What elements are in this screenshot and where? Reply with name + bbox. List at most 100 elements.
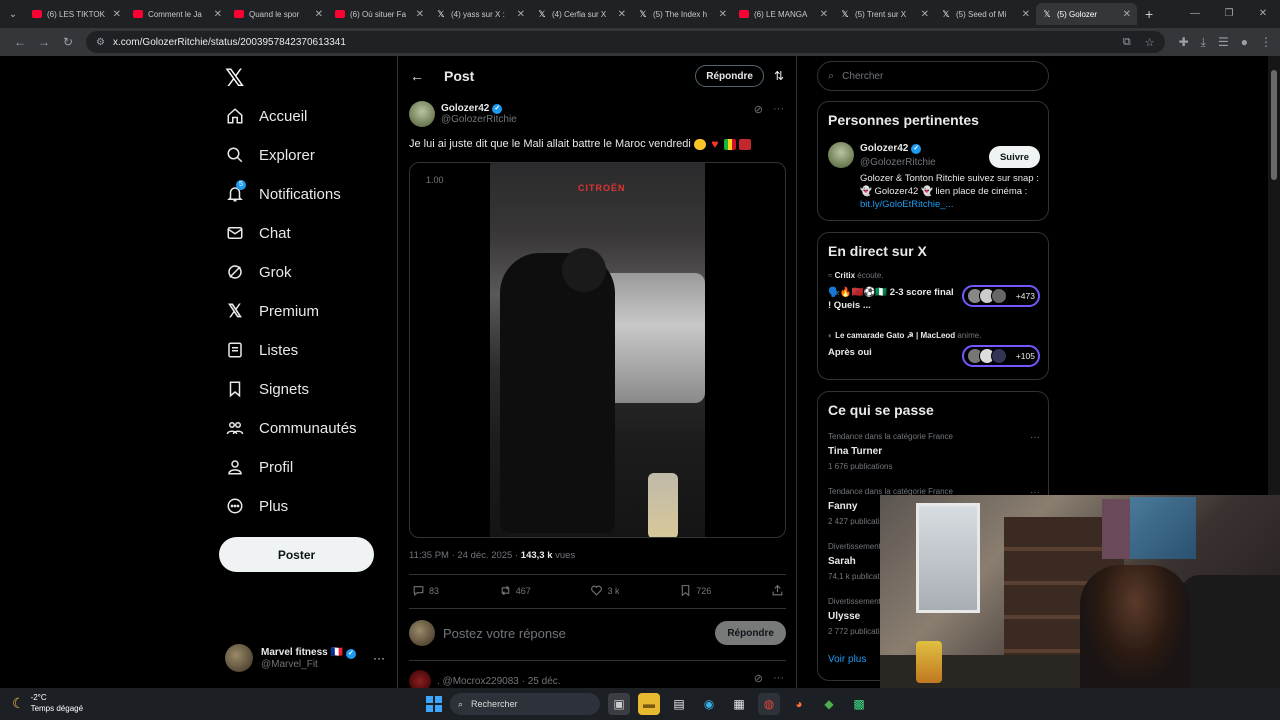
more-icon[interactable]: ··· [773, 103, 784, 116]
app-icon[interactable]: ◆ [818, 693, 840, 715]
edge-icon[interactable]: ◉ [698, 693, 720, 715]
nav-more[interactable]: Plus [225, 491, 288, 521]
live-space[interactable]: ≈ Critix écoute. 🗣️🔥🇲🇦⚽🇳🇬 2-3 score fina… [828, 271, 1040, 312]
reply-input[interactable]: Postez votre réponse [443, 626, 566, 641]
see-more-link[interactable]: Voir plus [828, 654, 866, 665]
more-icon[interactable]: ··· [373, 651, 385, 665]
back-icon[interactable]: ← [8, 35, 32, 49]
close-tab-icon[interactable]: ✕ [719, 9, 727, 20]
download-icon[interactable]: ⤓ [1201, 35, 1206, 50]
reply-button[interactable]: 83 [412, 584, 439, 597]
chrome-icon[interactable]: ◍ [758, 693, 780, 715]
nav-premium[interactable]: 𝕏 Premium [225, 296, 319, 326]
listeners-pill[interactable]: +105 [962, 345, 1040, 367]
author-handle[interactable]: @GolozerRitchie [441, 114, 517, 125]
browser-tab[interactable]: 𝕏 (4) yass sur X : ✕ [430, 3, 531, 25]
video-frame[interactable]: CITROËN [490, 163, 705, 537]
bookmark-star-icon[interactable]: ☆ [1145, 36, 1155, 49]
extensions-icon[interactable]: ✚ [1179, 35, 1189, 50]
weather-widget[interactable]: ☾ -2°C Temps dégagé [12, 692, 83, 714]
share-button[interactable] [771, 584, 784, 597]
nav-profile[interactable]: Profil [225, 452, 293, 482]
close-tab-icon[interactable]: ✕ [416, 9, 424, 20]
bookmark-button[interactable]: 726 [679, 584, 711, 597]
close-tab-icon[interactable]: ✕ [517, 9, 525, 20]
close-tab-icon[interactable]: ✕ [820, 9, 828, 20]
close-tab-icon[interactable]: ✕ [921, 9, 929, 20]
more-icon[interactable]: ··· [1030, 432, 1040, 443]
live-space[interactable]: ◐ Le camarade Gato ☭ | MacLeod anime. Ap… [828, 331, 1040, 367]
browser-tab[interactable]: (6) LES TIKTOK ✕ [26, 3, 127, 25]
browser-tab[interactable]: 𝕏 (5) The Index h ✕ [632, 3, 733, 25]
grok-icon[interactable]: ⊘ [754, 103, 763, 116]
back-arrow-icon[interactable]: ← [410, 68, 424, 84]
browser-tab[interactable]: 𝕏 (4) Cerfia sur X ✕ [531, 3, 632, 25]
nav-explore[interactable]: Explorer [225, 140, 315, 170]
nav-chat[interactable]: Chat [225, 218, 291, 248]
firefox-icon[interactable]: ◕ [788, 693, 810, 715]
follow-button[interactable]: Suivre [988, 146, 1040, 168]
profile-icon[interactable]: ● [1241, 35, 1248, 50]
store-icon[interactable]: ▦ [728, 693, 750, 715]
close-tab-icon[interactable]: ✕ [113, 9, 121, 20]
close-tab-icon[interactable]: ✕ [214, 9, 222, 20]
more-icon[interactable]: ··· [773, 672, 784, 685]
browser-menu-icon[interactable]: ⋮ [1260, 35, 1272, 50]
minimize-icon[interactable]: — [1178, 0, 1212, 28]
repost-button[interactable]: 467 [499, 584, 531, 597]
person-name[interactable]: Golozer42 ✓ [860, 143, 922, 154]
taskbar-search[interactable]: ⌕ Rechercher [450, 693, 600, 715]
reply-preview[interactable]: . @Mocrox229083 · 25 déc. [409, 670, 561, 688]
close-window-icon[interactable]: ✕ [1246, 0, 1280, 28]
browser-tab[interactable]: Quand le spor ✕ [228, 3, 329, 25]
trend-item[interactable]: Tendance dans la catégorie France Tina T… [828, 432, 1040, 471]
app-icon[interactable]: ▩ [848, 693, 870, 715]
site-info-icon[interactable]: ⚙ [96, 37, 105, 48]
grok-icon[interactable]: ⊘ [754, 672, 763, 685]
nav-notifications[interactable]: 5 Notifications [225, 179, 341, 209]
new-tab-button[interactable]: + [1145, 6, 1153, 22]
post-time[interactable]: 11:35 PM · 24 déc. 2025 · [409, 550, 521, 561]
install-app-icon[interactable]: ⧉ [1123, 36, 1131, 49]
video-player[interactable]: 1.00 CITROËN [409, 162, 786, 538]
nav-grok[interactable]: Grok [225, 257, 292, 287]
nav-home[interactable]: Accueil [225, 101, 307, 131]
x-logo-icon[interactable]: 𝕏 [225, 64, 244, 92]
post-button[interactable]: Poster [219, 537, 374, 572]
browser-tab[interactable]: Comment le Ja ✕ [127, 3, 228, 25]
author-name[interactable]: Golozer42 ✓ [441, 103, 517, 114]
nav-communities[interactable]: Communautés [225, 413, 357, 443]
close-tab-icon[interactable]: ✕ [1123, 9, 1131, 20]
reply-submit-button[interactable]: Répondre [715, 621, 786, 645]
reply-author[interactable]: . @Mocrox229083 · 25 déc. [437, 676, 561, 687]
listeners-pill[interactable]: +473 [962, 285, 1040, 307]
bio-link[interactable]: bit.ly/GoloEtRitchie_... [860, 199, 953, 210]
account-switcher[interactable]: Marvel fitness 🇫🇷 ✓ @Marvel_Fit ··· [225, 642, 385, 674]
avatar[interactable] [828, 142, 854, 168]
author-avatar[interactable] [409, 101, 435, 127]
reply-header-button[interactable]: Répondre [695, 65, 764, 87]
browser-tab[interactable]: 𝕏 (5) Seed of Mi ✕ [935, 3, 1036, 25]
notepad-icon[interactable]: ▤ [668, 693, 690, 715]
task-view-icon[interactable]: ▣ [608, 693, 630, 715]
file-explorer-icon[interactable]: ▬ [638, 693, 660, 715]
reading-list-icon[interactable]: ☰ [1218, 35, 1229, 50]
url-field[interactable]: ⚙ x.com/GolozerRitchie/status/2003957842… [86, 31, 1165, 53]
filter-icon[interactable]: ⇅ [774, 69, 784, 83]
browser-tab[interactable]: 𝕏 (5) Trent sur X ✕ [834, 3, 935, 25]
browser-tab[interactable]: (6) Où situer Fa ✕ [329, 3, 430, 25]
tab-search-icon[interactable]: ⌄ [0, 0, 26, 28]
scrollbar-thumb[interactable] [1271, 70, 1277, 180]
windows-start-icon[interactable] [426, 696, 442, 712]
reload-icon[interactable]: ↻ [56, 35, 80, 49]
browser-tab[interactable]: 𝕏 (5) Golozer ✕ [1036, 3, 1137, 25]
nav-bookmarks[interactable]: Signets [225, 374, 309, 404]
forward-icon[interactable]: → [32, 35, 56, 49]
close-tab-icon[interactable]: ✕ [618, 9, 626, 20]
maximize-icon[interactable]: ❐ [1212, 0, 1246, 28]
nav-lists[interactable]: Listes [225, 335, 298, 365]
post-author[interactable]: Golozer42 ✓ @GolozerRitchie [409, 101, 517, 127]
browser-tab[interactable]: (6) LE MANGA ✕ [733, 3, 834, 25]
close-tab-icon[interactable]: ✕ [315, 9, 323, 20]
search-input[interactable]: ⌕ Chercher [817, 61, 1049, 91]
